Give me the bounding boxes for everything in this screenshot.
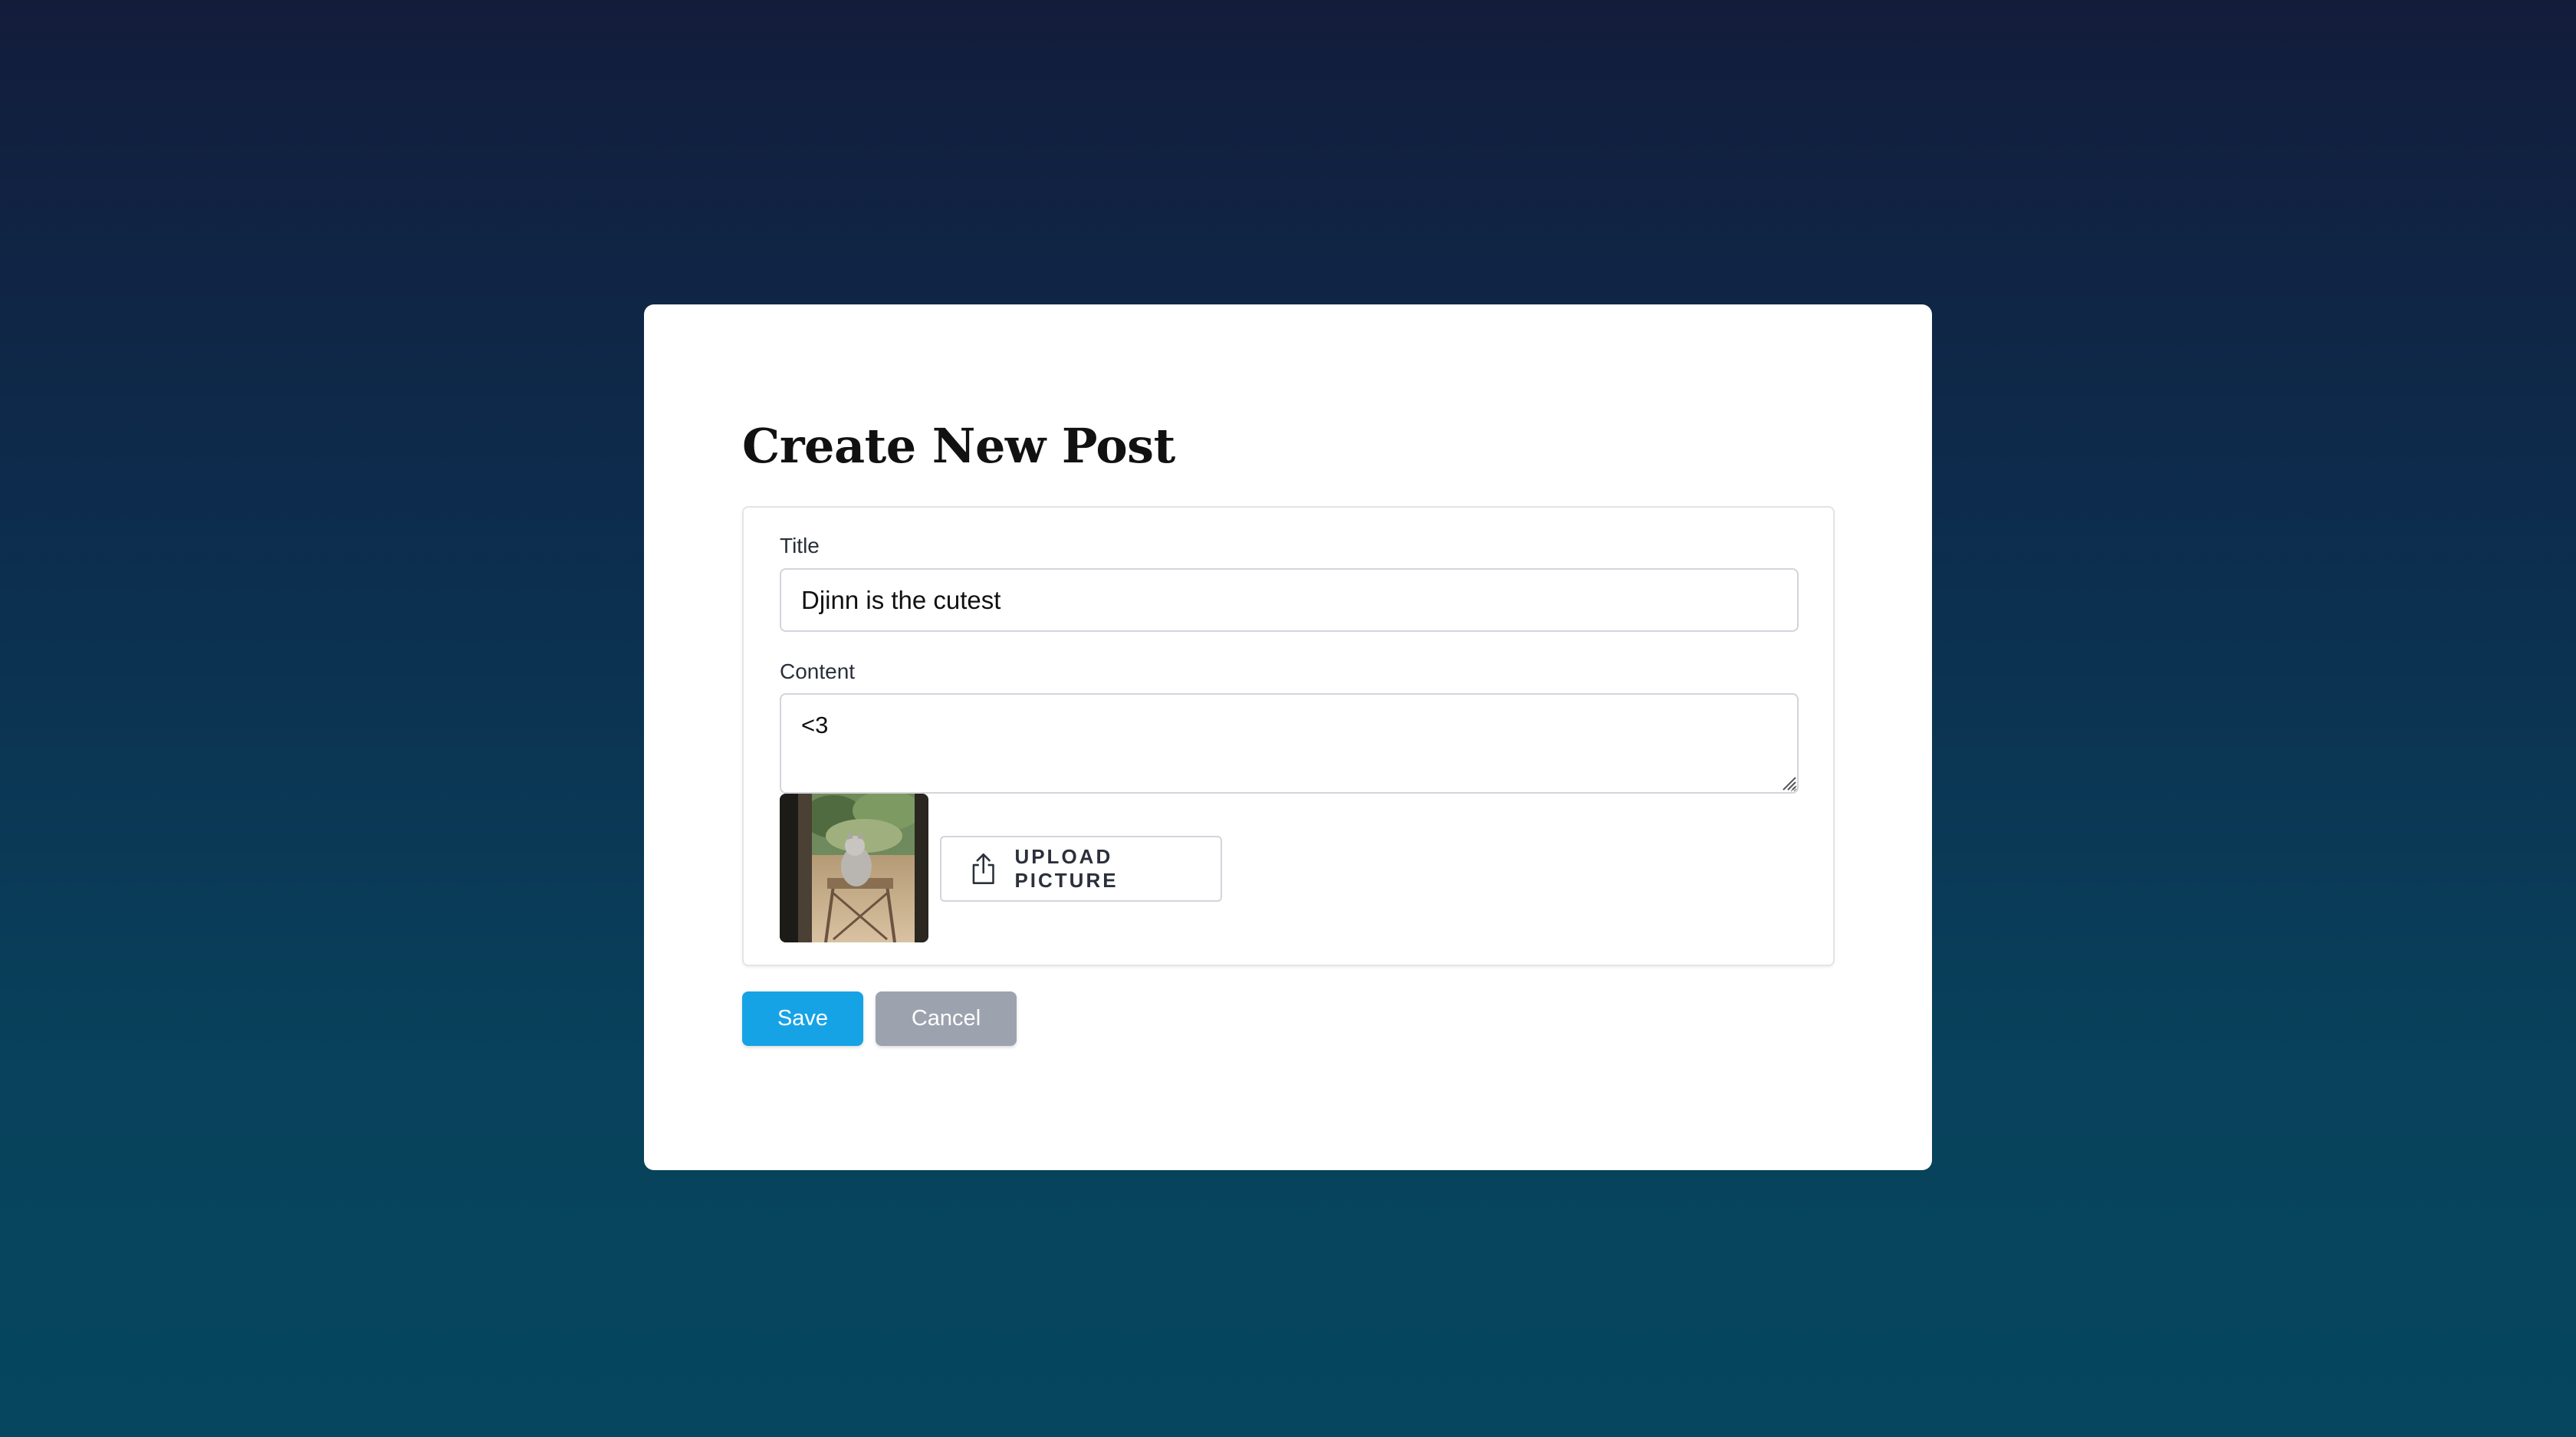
- title-label: Title: [780, 534, 820, 557]
- title-input[interactable]: [780, 568, 1799, 632]
- upload-picture-label: UPLOAD PICTURE: [1014, 845, 1119, 892]
- content-label: Content: [780, 659, 856, 683]
- page-title: Create New Post: [742, 418, 1175, 474]
- post-form: Title Content <3: [742, 506, 1835, 966]
- resize-grip-icon[interactable]: [1779, 774, 1796, 791]
- uploaded-picture-thumbnail: [780, 794, 928, 942]
- create-post-card: Create New Post Title Content <3: [644, 304, 1932, 1170]
- cancel-button[interactable]: Cancel: [876, 991, 1017, 1046]
- share-upload-icon: [972, 853, 994, 884]
- content-textarea[interactable]: <3: [780, 693, 1799, 794]
- upload-picture-button[interactable]: UPLOAD PICTURE: [940, 836, 1222, 902]
- save-button[interactable]: Save: [742, 991, 863, 1046]
